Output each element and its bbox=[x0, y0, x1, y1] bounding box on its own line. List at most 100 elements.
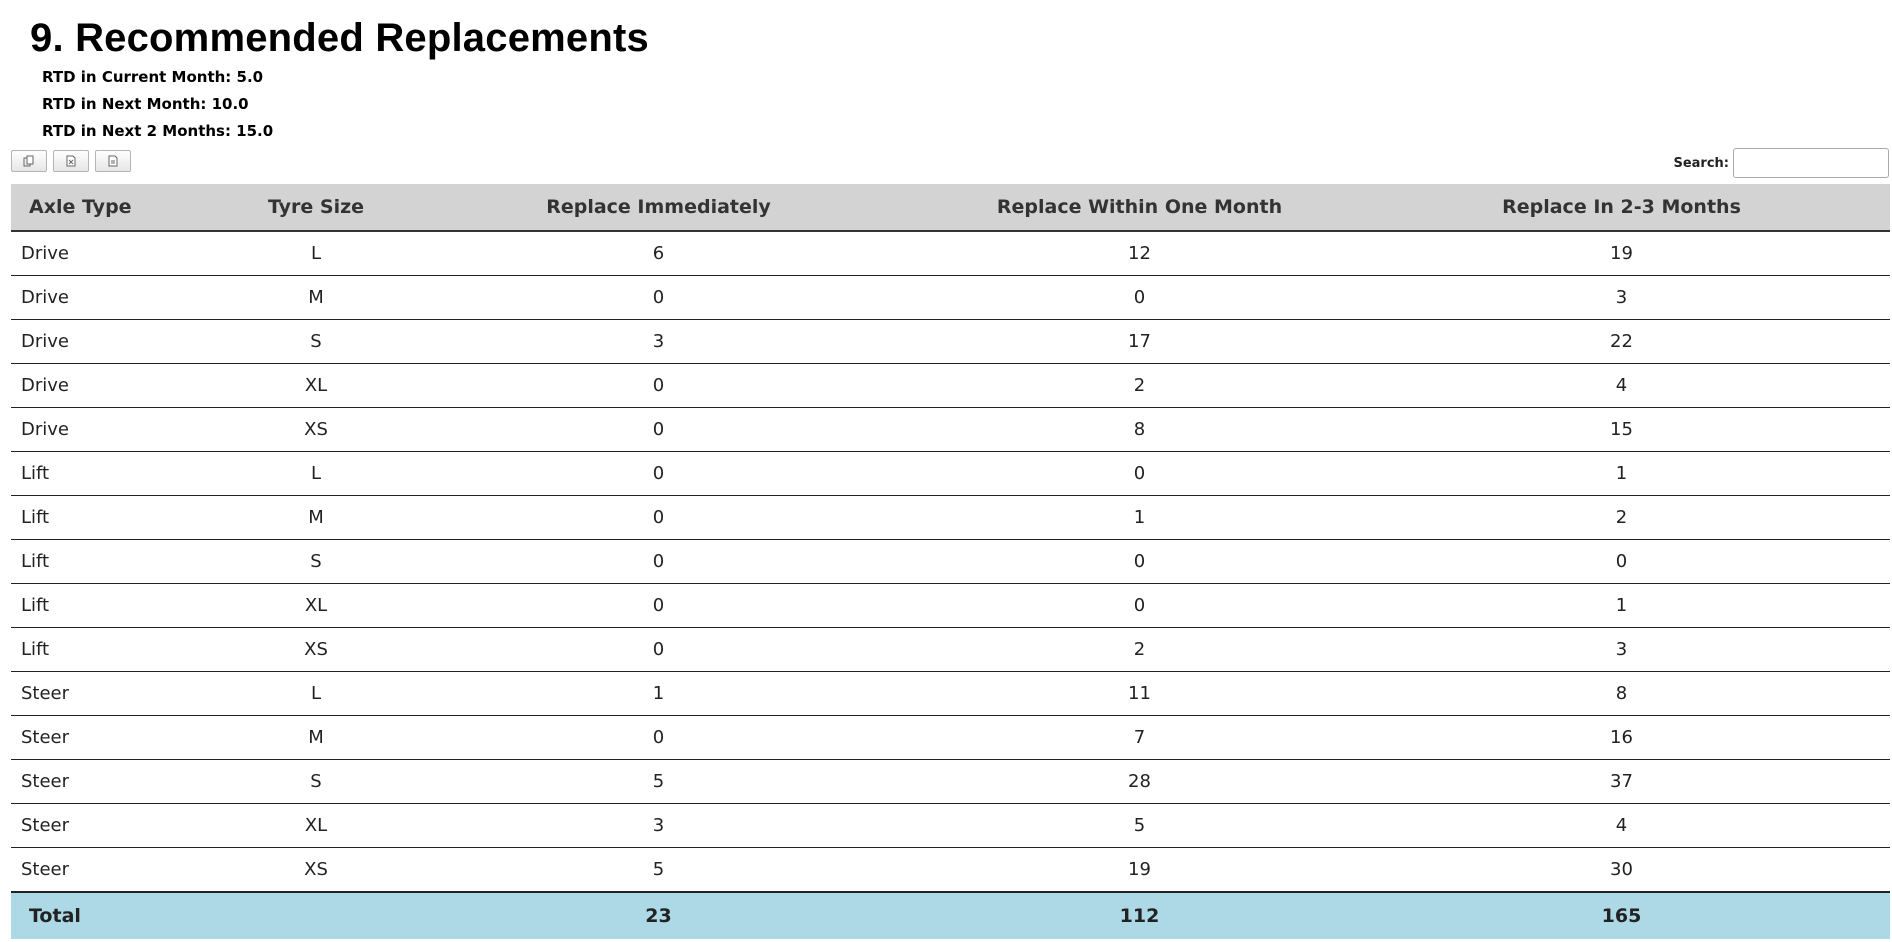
cell-replace-within-one-month: 19 bbox=[926, 847, 1353, 893]
cell-replace-immediately: 0 bbox=[391, 715, 926, 760]
cell-tyre-size: XS bbox=[241, 407, 391, 452]
cell-tyre-size: XS bbox=[241, 847, 391, 893]
cell-replace-within-one-month: 2 bbox=[926, 363, 1353, 408]
excel-button[interactable] bbox=[53, 150, 89, 172]
header-replace-immediately[interactable]: Replace Immediately bbox=[391, 184, 926, 232]
cell-axle-type: Steer bbox=[11, 759, 241, 804]
cell-replace-within-one-month: 28 bbox=[926, 759, 1353, 804]
cell-axle-type: Lift bbox=[11, 451, 241, 496]
report-page: 9. Recommended Replacements RTD in Curre… bbox=[0, 0, 1892, 942]
cell-tyre-size: M bbox=[241, 715, 391, 760]
table-row: Steer S 5 28 37 bbox=[11, 759, 1890, 804]
export-toolbar bbox=[11, 150, 131, 172]
cell-replace-in-2-3-months: 4 bbox=[1353, 803, 1890, 848]
table-footer-row: Total 23 112 165 bbox=[11, 892, 1890, 939]
cell-replace-in-2-3-months: 30 bbox=[1353, 847, 1890, 893]
cell-axle-type: Steer bbox=[11, 715, 241, 760]
cell-replace-in-2-3-months: 3 bbox=[1353, 275, 1890, 320]
pdf-button[interactable] bbox=[95, 150, 131, 172]
cell-replace-in-2-3-months: 19 bbox=[1353, 231, 1890, 276]
cell-axle-type: Drive bbox=[11, 407, 241, 452]
cell-replace-in-2-3-months: 8 bbox=[1353, 671, 1890, 716]
excel-icon bbox=[66, 155, 76, 167]
cell-axle-type: Lift bbox=[11, 495, 241, 540]
search-container: Search: bbox=[1673, 148, 1889, 178]
cell-replace-in-2-3-months: 16 bbox=[1353, 715, 1890, 760]
search-label: Search: bbox=[1673, 155, 1729, 171]
table-header-row: Axle Type Tyre Size Replace Immediately … bbox=[11, 184, 1890, 232]
table-row: Steer XS 5 19 30 bbox=[11, 847, 1890, 893]
cell-replace-immediately: 0 bbox=[391, 275, 926, 320]
cell-axle-type: Lift bbox=[11, 539, 241, 584]
cell-tyre-size: L bbox=[241, 231, 391, 276]
cell-replace-within-one-month: 7 bbox=[926, 715, 1353, 760]
cell-axle-type: Steer bbox=[11, 847, 241, 893]
rtd-next-2-months: RTD in Next 2 Months: 15.0 bbox=[42, 122, 274, 140]
cell-replace-immediately: 0 bbox=[391, 627, 926, 672]
footer-total-label: Total bbox=[11, 892, 241, 939]
cell-axle-type: Lift bbox=[11, 627, 241, 672]
footer-replace-immediately-total: 23 bbox=[391, 892, 926, 939]
cell-replace-within-one-month: 0 bbox=[926, 583, 1353, 628]
cell-replace-immediately: 5 bbox=[391, 759, 926, 804]
table-row: Lift S 0 0 0 bbox=[11, 539, 1890, 584]
table-row: Drive L 6 12 19 bbox=[11, 231, 1890, 276]
header-tyre-size[interactable]: Tyre Size bbox=[241, 184, 391, 232]
cell-axle-type: Steer bbox=[11, 803, 241, 848]
cell-replace-within-one-month: 17 bbox=[926, 319, 1353, 364]
cell-replace-in-2-3-months: 15 bbox=[1353, 407, 1890, 452]
replacements-table: Axle Type Tyre Size Replace Immediately … bbox=[11, 184, 1890, 939]
cell-replace-within-one-month: 0 bbox=[926, 539, 1353, 584]
copy-icon bbox=[23, 155, 34, 167]
cell-tyre-size: M bbox=[241, 275, 391, 320]
cell-tyre-size: S bbox=[241, 319, 391, 364]
cell-replace-immediately: 3 bbox=[391, 803, 926, 848]
cell-replace-within-one-month: 5 bbox=[926, 803, 1353, 848]
cell-replace-immediately: 0 bbox=[391, 539, 926, 584]
rtd-next-month: RTD in Next Month: 10.0 bbox=[42, 95, 249, 113]
cell-replace-within-one-month: 12 bbox=[926, 231, 1353, 276]
cell-tyre-size: S bbox=[241, 539, 391, 584]
cell-axle-type: Drive bbox=[11, 319, 241, 364]
header-replace-in-2-3-months[interactable]: Replace In 2-3 Months bbox=[1353, 184, 1890, 232]
copy-button[interactable] bbox=[11, 150, 47, 172]
footer-tyre-size bbox=[241, 892, 391, 939]
cell-tyre-size: M bbox=[241, 495, 391, 540]
cell-replace-in-2-3-months: 22 bbox=[1353, 319, 1890, 364]
table-row: Drive XS 0 8 15 bbox=[11, 407, 1890, 452]
page-title: 9. Recommended Replacements bbox=[30, 16, 649, 60]
table-row: Steer XL 3 5 4 bbox=[11, 803, 1890, 848]
cell-replace-immediately: 0 bbox=[391, 495, 926, 540]
cell-replace-immediately: 3 bbox=[391, 319, 926, 364]
cell-replace-immediately: 1 bbox=[391, 671, 926, 716]
cell-tyre-size: XL bbox=[241, 803, 391, 848]
cell-replace-immediately: 0 bbox=[391, 583, 926, 628]
cell-tyre-size: XL bbox=[241, 583, 391, 628]
cell-replace-within-one-month: 11 bbox=[926, 671, 1353, 716]
pdf-icon bbox=[108, 155, 118, 167]
header-replace-within-one-month[interactable]: Replace Within One Month bbox=[926, 184, 1353, 232]
cell-replace-in-2-3-months: 0 bbox=[1353, 539, 1890, 584]
cell-replace-immediately: 0 bbox=[391, 451, 926, 496]
cell-tyre-size: XS bbox=[241, 627, 391, 672]
table-row: Drive XL 0 2 4 bbox=[11, 363, 1890, 408]
cell-replace-in-2-3-months: 1 bbox=[1353, 583, 1890, 628]
cell-replace-within-one-month: 0 bbox=[926, 451, 1353, 496]
cell-replace-in-2-3-months: 2 bbox=[1353, 495, 1890, 540]
table-row: Drive S 3 17 22 bbox=[11, 319, 1890, 364]
footer-replace-within-one-month-total: 112 bbox=[926, 892, 1353, 939]
cell-axle-type: Lift bbox=[11, 583, 241, 628]
cell-replace-immediately: 0 bbox=[391, 407, 926, 452]
cell-tyre-size: L bbox=[241, 451, 391, 496]
table-row: Lift XS 0 2 3 bbox=[11, 627, 1890, 672]
header-axle-type[interactable]: Axle Type bbox=[11, 184, 241, 232]
search-input[interactable] bbox=[1733, 148, 1889, 178]
cell-axle-type: Drive bbox=[11, 231, 241, 276]
cell-axle-type: Steer bbox=[11, 671, 241, 716]
cell-replace-in-2-3-months: 4 bbox=[1353, 363, 1890, 408]
table-row: Steer M 0 7 16 bbox=[11, 715, 1890, 760]
cell-replace-immediately: 0 bbox=[391, 363, 926, 408]
table-row: Lift M 0 1 2 bbox=[11, 495, 1890, 540]
cell-tyre-size: XL bbox=[241, 363, 391, 408]
table-row: Lift XL 0 0 1 bbox=[11, 583, 1890, 628]
